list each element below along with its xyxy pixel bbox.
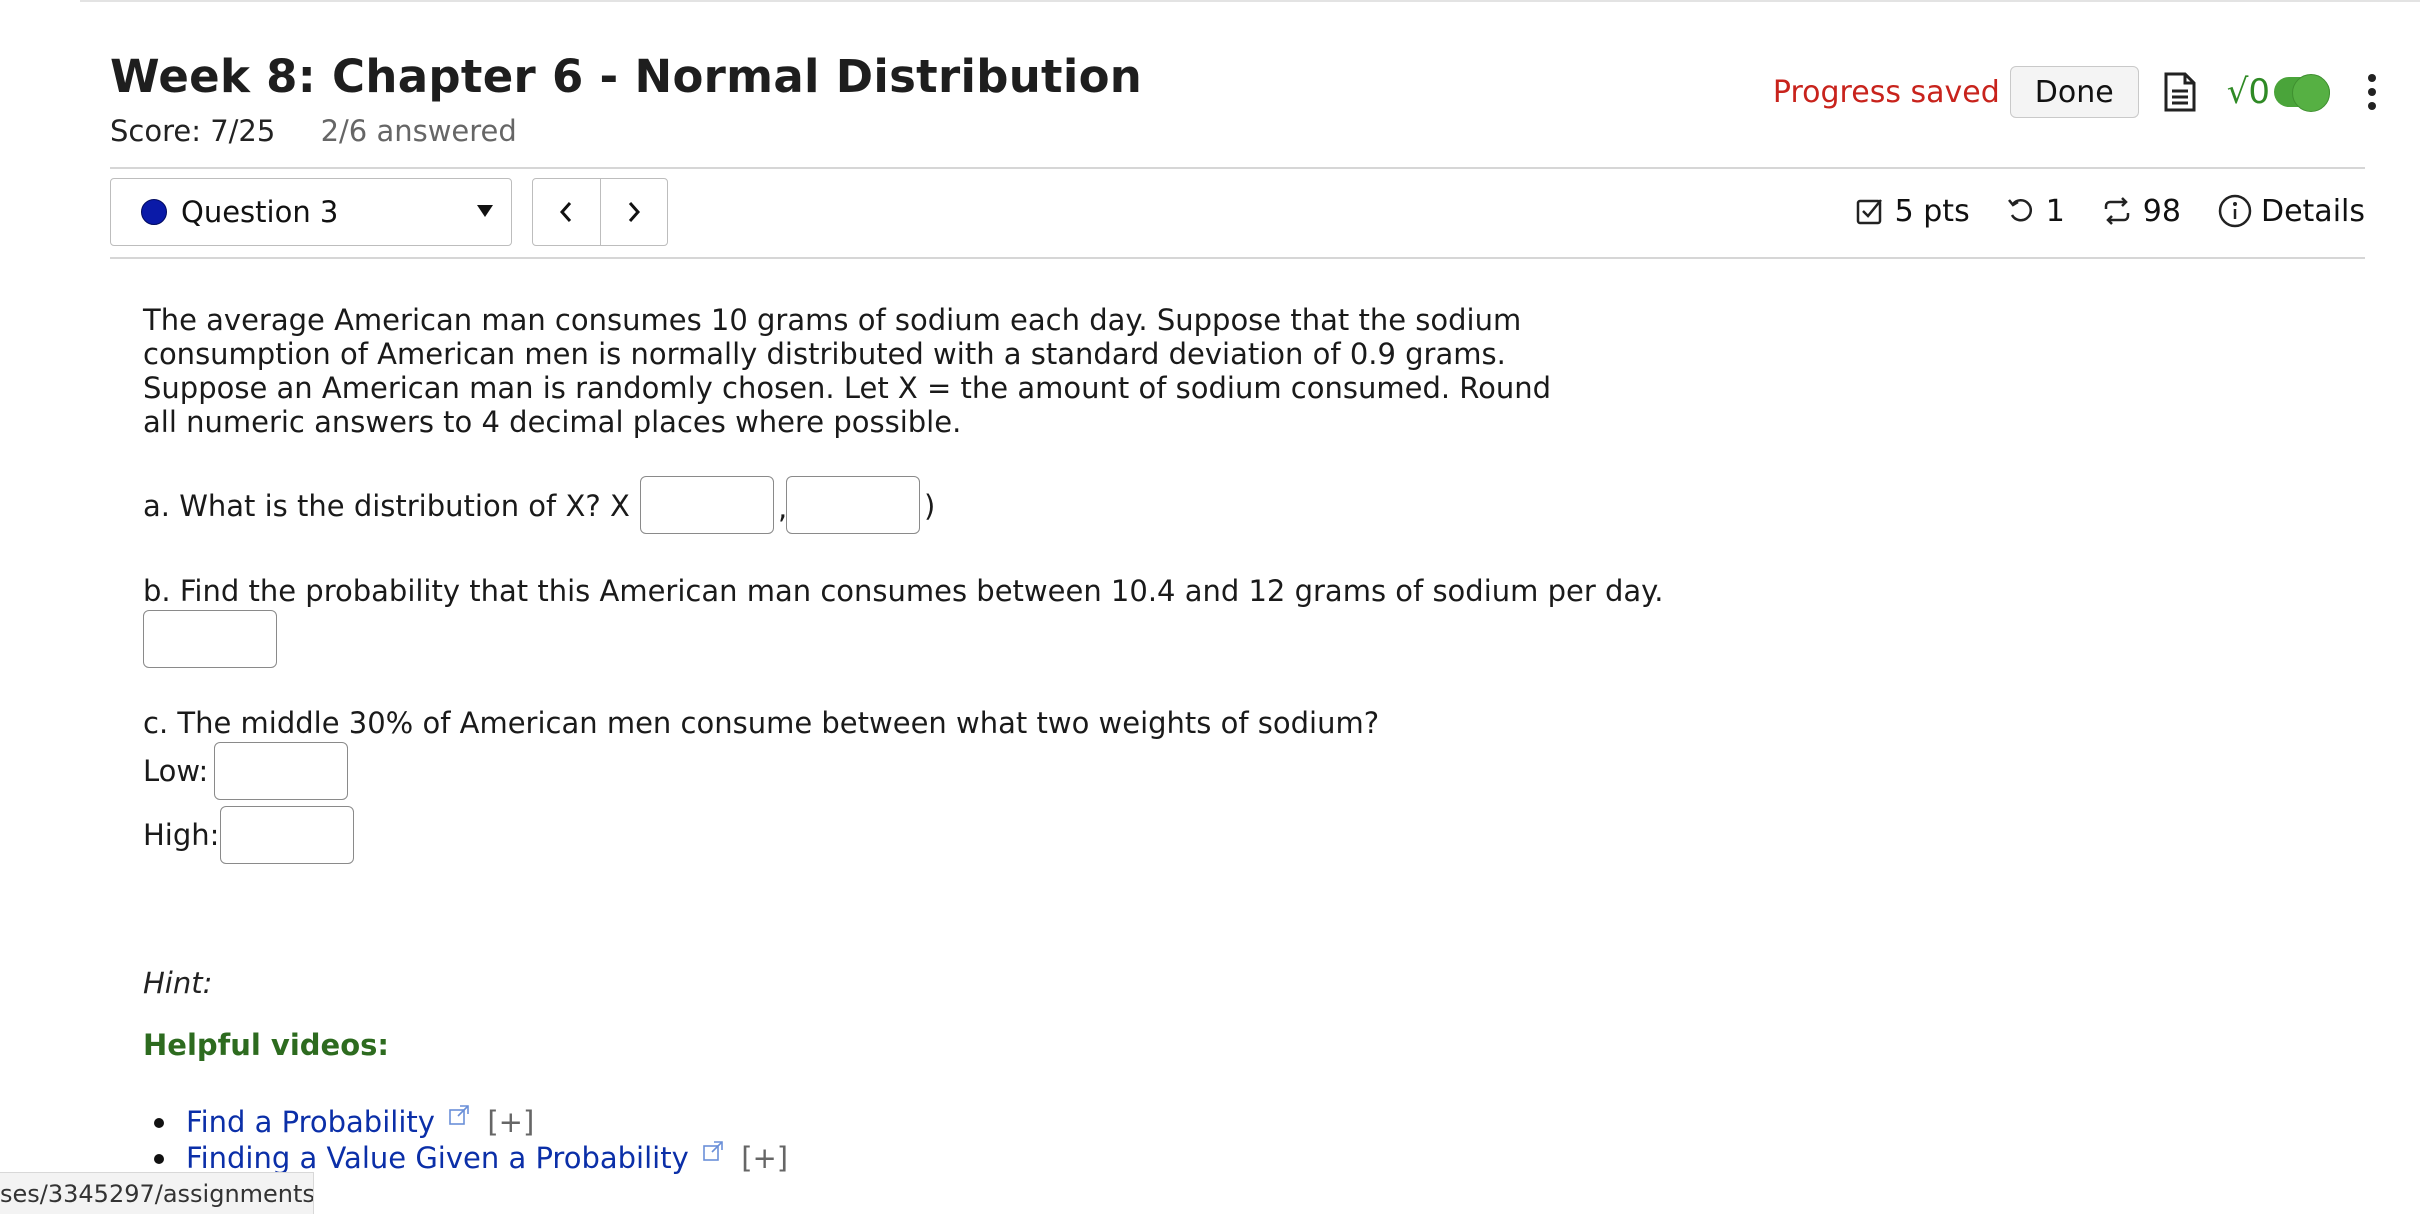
regenerations-value: 98 (2142, 193, 2181, 229)
regenerate-icon (2104, 197, 2130, 225)
attempts-value: 1 (2045, 193, 2065, 229)
progress-saved-status: Progress saved (1772, 74, 2000, 110)
details-button[interactable]: Details (2217, 193, 2365, 229)
video-link-finding-value[interactable]: Finding a Value Given a Probability (186, 1141, 689, 1175)
external-link-icon (449, 1105, 469, 1125)
low-label: Low: (143, 754, 209, 788)
score-line: Score: 7/25 2/6 answered (110, 114, 517, 148)
std-dev-answer-input[interactable] (786, 476, 920, 534)
chevron-right-icon (628, 202, 640, 222)
close-paren: ) (924, 489, 936, 523)
header-divider (110, 167, 2365, 169)
document-icon[interactable] (2163, 72, 2197, 112)
previous-question-button[interactable] (533, 179, 600, 245)
expand-video-toggle[interactable]: [+] (487, 1105, 534, 1139)
low-answer-input[interactable] (214, 742, 348, 800)
header-actions: Progress saved Done √0 (1773, 64, 2378, 120)
status-bar-url: ses/3345297/assignments (0, 1172, 314, 1214)
math-entry-toggle[interactable] (2274, 74, 2330, 112)
question-meta: 5 pts 1 98 Details (1855, 193, 2365, 229)
retry-icon (2007, 199, 2032, 222)
video-list: Find a Probability [+] Finding a Value G… (153, 1104, 788, 1176)
question-nav-group (532, 178, 668, 246)
chevron-left-icon (560, 202, 572, 222)
next-question-button[interactable] (599, 179, 668, 245)
meta-divider (110, 257, 2365, 259)
question-selector[interactable]: Question 3 (110, 178, 512, 246)
score-text: Score: 7/25 (110, 114, 276, 148)
probability-answer-input[interactable] (143, 610, 277, 668)
math-entry-toggle-label: √0 (2226, 72, 2270, 112)
toggle-knob (2292, 74, 2330, 112)
info-icon (2218, 194, 2252, 228)
external-link-icon (703, 1141, 723, 1161)
video-link-find-probability[interactable]: Find a Probability (186, 1105, 435, 1139)
part-b-prompt: b. Find the probability that this Americ… (143, 574, 1664, 608)
question-text: The average American man consumes 10 gra… (143, 303, 1552, 439)
checkbox-icon (1856, 199, 1882, 225)
question-intro: The average American man consumes 10 gra… (143, 303, 1563, 439)
high-answer-input[interactable] (220, 806, 354, 864)
question-status-dot (141, 199, 167, 225)
page-title: Week 8: Chapter 6 - Normal Distribution (110, 50, 1143, 103)
answered-count: 2/6 answered (320, 114, 517, 148)
list-item: Find a Probability [+] (153, 1104, 788, 1140)
more-options-icon[interactable] (2366, 72, 2378, 112)
high-label: High: (143, 818, 220, 852)
helpful-videos-heading: Helpful videos: (143, 1028, 389, 1062)
mean-answer-input[interactable] (640, 476, 774, 534)
part-c-prompt: c. The middle 30% of American men consum… (143, 706, 1380, 740)
part-a-prompt: a. What is the distribution of X? X ~ N( (143, 489, 706, 523)
hint-label: Hint: (143, 966, 213, 1000)
details-label: Details (2260, 193, 2365, 229)
question-selector-label: Question 3 (181, 195, 339, 229)
top-divider (80, 0, 2420, 2)
expand-video-toggle[interactable]: [+] (741, 1141, 788, 1175)
list-item: Finding a Value Given a Probability [+] (153, 1140, 788, 1176)
done-button[interactable]: Done (2009, 66, 2139, 118)
part-a-text: a. What is the distribution of X? X ~ N( (143, 489, 706, 523)
caret-down-icon (477, 205, 493, 217)
points-value: 5 pts (1894, 193, 1970, 229)
